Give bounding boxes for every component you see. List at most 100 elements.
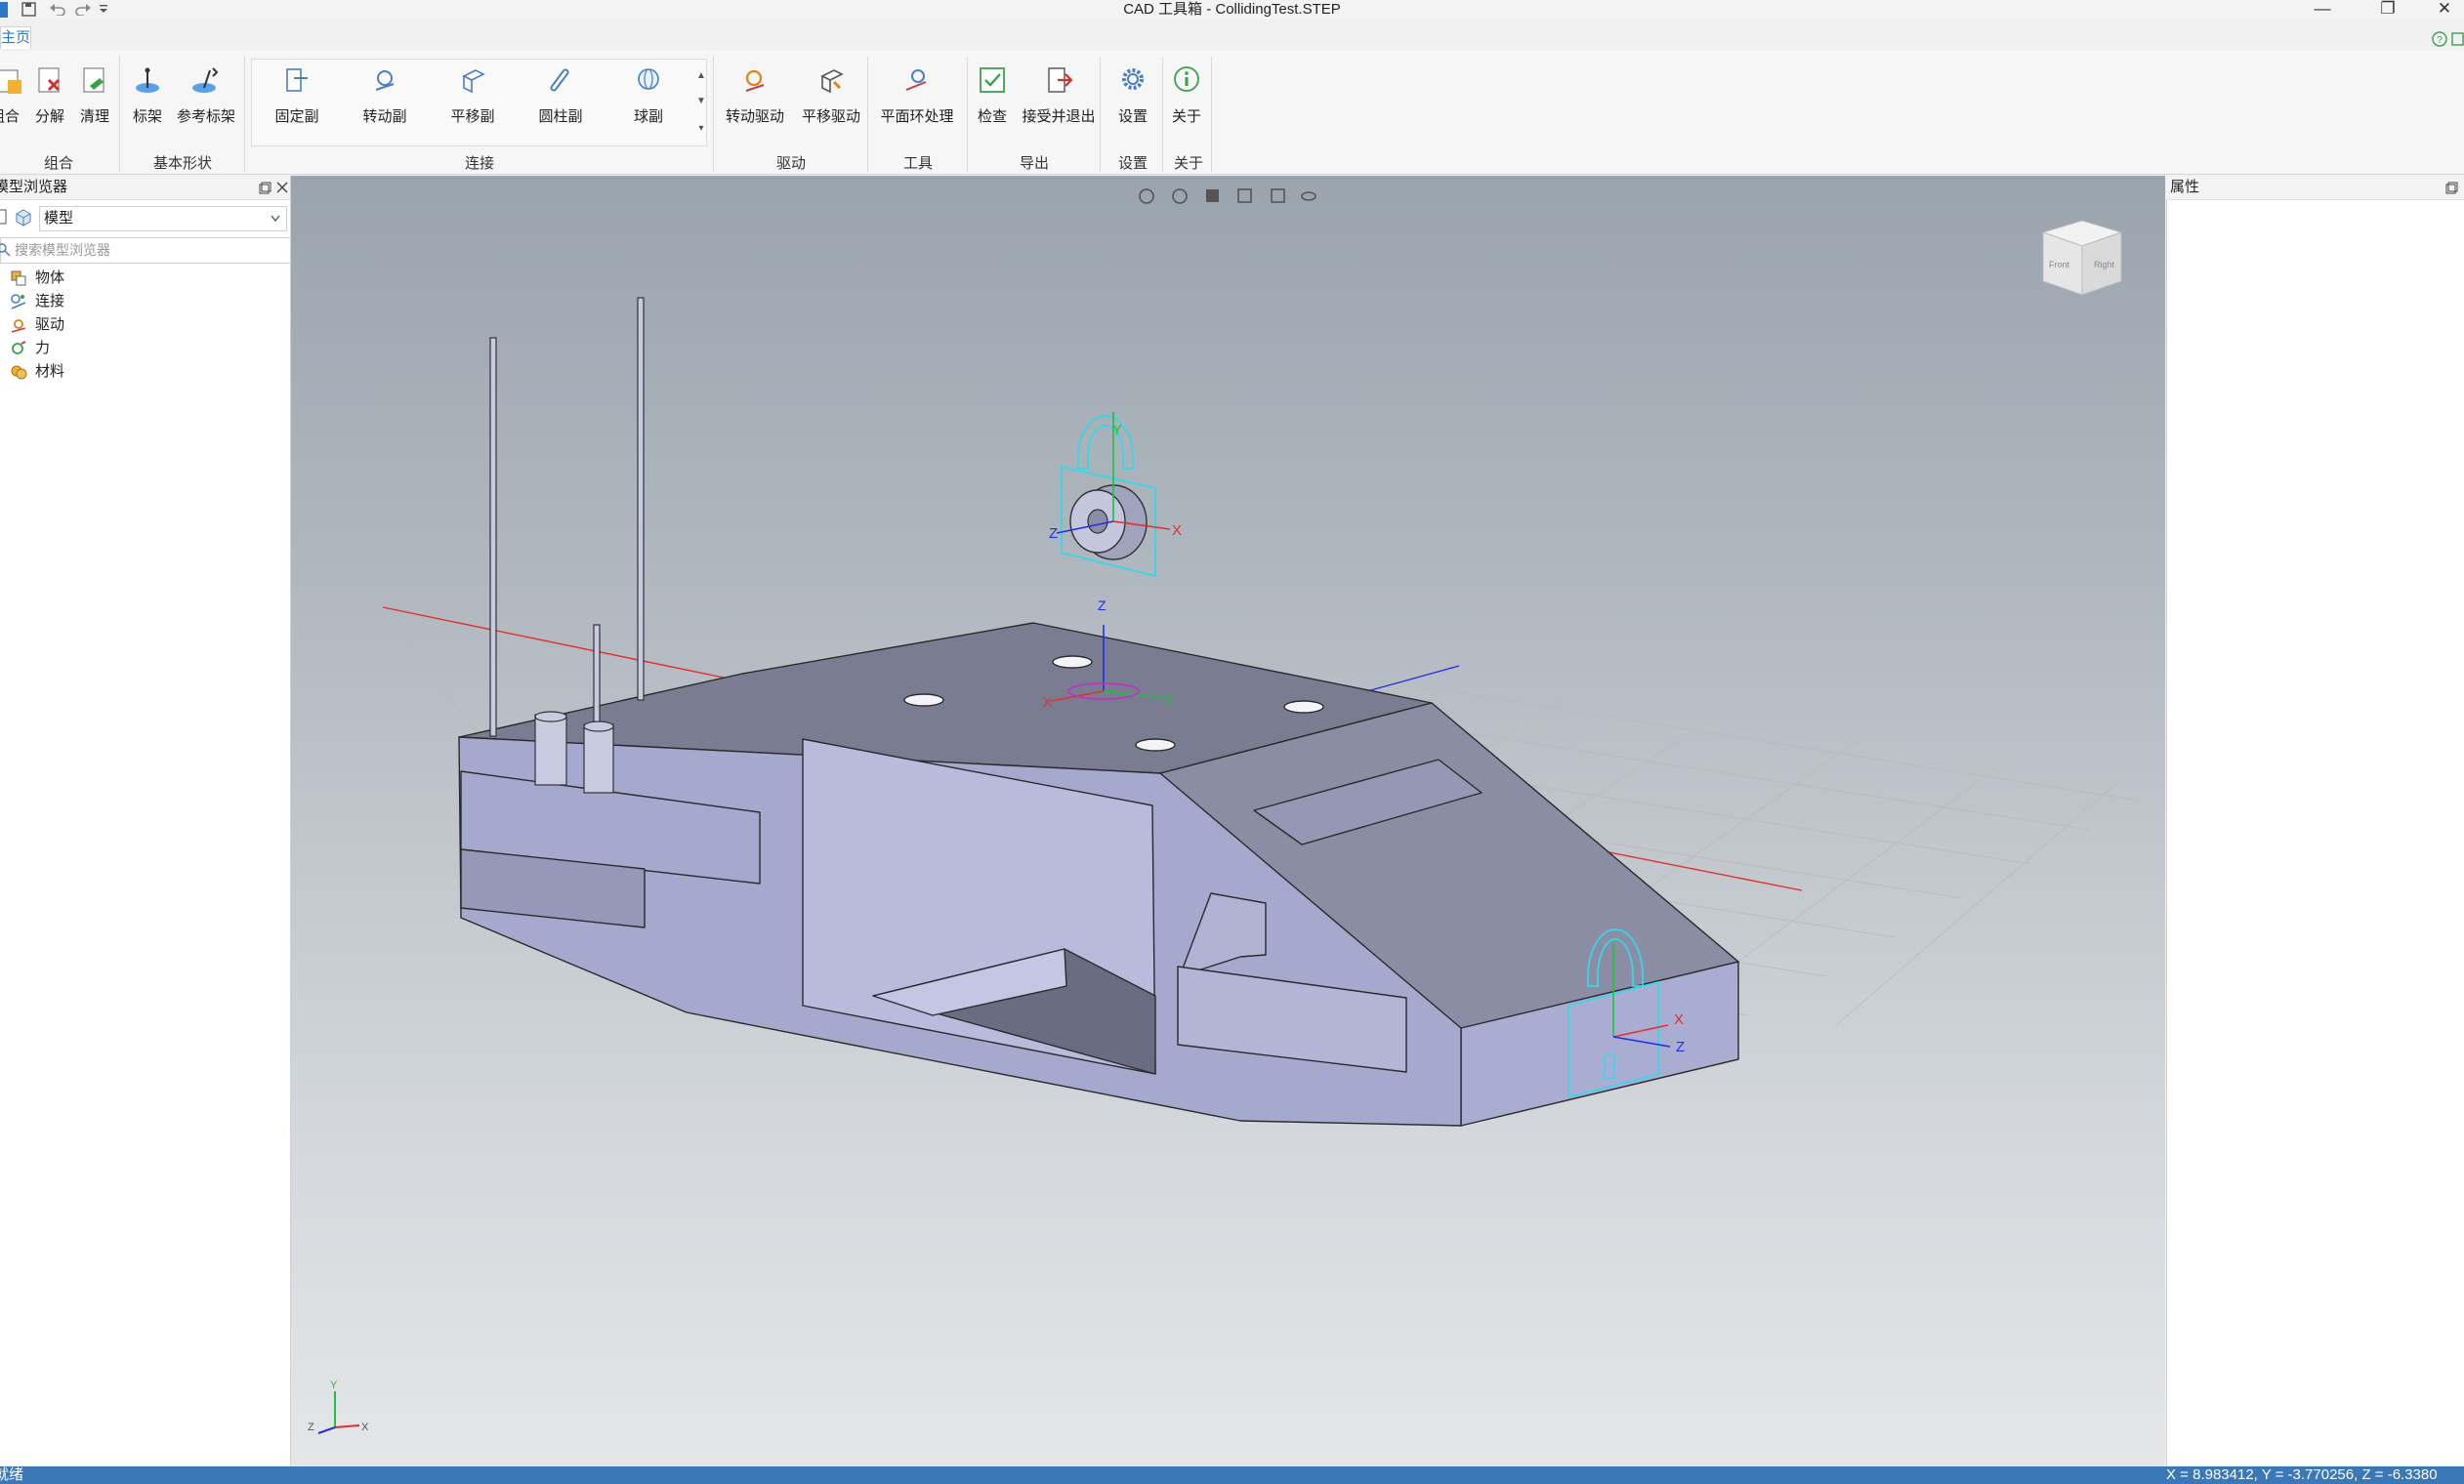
view-toolbar[interactable] <box>1139 188 1316 204</box>
model-browser-header: 模型浏览器 <box>0 176 290 200</box>
combine-icon <box>0 69 21 94</box>
restore-button[interactable]: ❐ <box>2363 0 2412 20</box>
group-label-drive: 驱动 <box>775 155 806 172</box>
clean-button[interactable]: 清理 <box>75 64 114 143</box>
tree-item-bodies[interactable]: 物体 <box>0 268 64 289</box>
ribbon-collapse-icon[interactable] <box>2451 31 2464 47</box>
model-browser-search[interactable]: 搜索模型浏览器 <box>0 237 291 264</box>
tree-item-label: 材料 <box>35 363 65 380</box>
info-icon <box>1174 66 1199 92</box>
fit-view-icon <box>1139 188 1154 204</box>
settings-button[interactable]: 设置 <box>1113 64 1152 143</box>
close-panel-icon[interactable] <box>276 182 288 193</box>
ribbon-separator <box>119 57 120 172</box>
tree-item-label: 力 <box>35 340 51 356</box>
fixed-pair-icon <box>286 68 308 92</box>
planar-loop-icon <box>905 69 927 91</box>
about-button[interactable]: 关于 <box>1167 64 1206 143</box>
zoom-icon <box>1172 188 1188 204</box>
svg-text:?: ? <box>2437 35 2443 46</box>
body-icon <box>11 270 26 286</box>
3d-viewport[interactable]: Y X Z Z Y X X Z Front Right Y X Z <box>291 176 2165 1466</box>
tree-item-connections[interactable]: 连接 <box>0 291 64 312</box>
ribbon-separator <box>1211 57 1212 172</box>
close-button[interactable]: ✕ <box>2420 0 2464 20</box>
ref-frame-button[interactable]: 参考标架 <box>176 64 236 143</box>
tree-item-forces[interactable]: 力 <box>0 338 50 359</box>
fixed-x-label: X <box>1674 1011 1684 1028</box>
revolute-drive-button[interactable]: 转动驱动 <box>723 64 787 143</box>
connection-icon <box>11 294 26 309</box>
ribbon-separator <box>713 57 714 172</box>
check-button[interactable]: 检查 <box>972 64 1013 143</box>
prismatic-drive-button[interactable]: 平移驱动 <box>799 64 863 143</box>
planar-loop-button[interactable]: 平面环处理 <box>875 64 959 143</box>
window-title: CAD 工具箱 - CollidingTest.STEP <box>1123 1 1341 18</box>
cylindrical-pair-icon <box>550 68 569 92</box>
prismatic-drive-icon <box>820 69 844 94</box>
model-view-select[interactable]: 模型 <box>39 206 287 231</box>
revolute-drive-icon <box>745 69 765 92</box>
float-panel-icon[interactable] <box>2445 182 2458 194</box>
lock-icon <box>1077 415 1134 470</box>
view-cube[interactable] <box>2041 220 2123 296</box>
model-scene[interactable]: Y X Z Z Y X X Z Front Right Y X Z <box>291 176 2165 1466</box>
gear-icon <box>1122 68 1144 90</box>
drive-icon <box>11 319 26 333</box>
tab-home[interactable]: 主页 <box>0 26 31 49</box>
origin-x-label: X <box>1043 694 1053 710</box>
gallery-scroll-down-icon[interactable]: ▼ <box>695 96 707 106</box>
decompose-icon <box>38 67 61 93</box>
group-label-export: 导出 <box>1019 155 1049 172</box>
help-icon[interactable]: ? <box>2432 31 2447 47</box>
x-axis-label: X <box>1172 522 1182 539</box>
minimize-button[interactable]: — <box>2298 0 2347 20</box>
ribbon-separator <box>1100 57 1101 172</box>
shaded-view-icon <box>1206 189 1219 202</box>
ribbon-separator <box>967 57 968 172</box>
quick-access-dropdown-icon[interactable] <box>99 4 108 14</box>
frame-button[interactable]: 标架 <box>128 64 167 143</box>
triad-x-label: X <box>361 1422 369 1433</box>
spherical-pair-icon <box>638 68 659 90</box>
viewcube-right-label[interactable]: Right <box>2094 260 2115 269</box>
model-cube-icon <box>16 209 31 227</box>
float-panel-icon[interactable] <box>259 182 271 194</box>
clean-icon <box>83 67 104 93</box>
fixed-z-label: Z <box>1676 1039 1685 1055</box>
tree-item-drives[interactable]: 驱动 <box>0 314 64 336</box>
search-icon <box>0 243 11 257</box>
fixed-pair-button[interactable]: 固定副 <box>268 64 326 143</box>
origin-z-label: Z <box>1098 598 1107 613</box>
cylindrical-pair-button[interactable]: 圆柱副 <box>531 64 590 143</box>
check-icon <box>980 67 1005 93</box>
tree-item-materials[interactable]: 材料 <box>0 361 64 383</box>
save-icon[interactable] <box>21 2 37 18</box>
prismatic-pair-icon <box>462 69 485 94</box>
view-toggle-icon[interactable] <box>0 208 8 227</box>
decompose-button[interactable]: 分解 <box>30 64 69 143</box>
group-label-tools: 工具 <box>902 155 933 172</box>
properties-title: 属性 <box>2170 179 2200 195</box>
viewcube-front-label[interactable]: Front <box>2049 260 2070 269</box>
wireframe-view-icon <box>1237 188 1252 203</box>
gallery-expand-icon[interactable]: ▾ <box>695 123 707 134</box>
group-label-combine: 组合 <box>43 155 73 172</box>
accept-exit-icon <box>1048 67 1073 93</box>
material-icon <box>11 365 27 380</box>
revolute-pair-button[interactable]: 转动副 <box>355 64 414 143</box>
prismatic-pair-button[interactable]: 平移副 <box>443 64 502 143</box>
corner-axis-triad <box>317 1391 360 1434</box>
undo-icon[interactable] <box>49 2 66 16</box>
force-icon <box>12 341 26 354</box>
gallery-scroll-up-icon[interactable]: ▲ <box>695 70 707 81</box>
cursor-coordinates: X = 8.983412, Y = -3.770256, Z = -6.3380 <box>2166 1466 2438 1483</box>
redo-icon[interactable] <box>74 2 92 16</box>
tree-item-label: 连接 <box>35 293 65 309</box>
accept-exit-button[interactable]: 接受并退出 <box>1020 64 1098 143</box>
model-browser-title: 模型浏览器 <box>0 179 68 195</box>
combine-button[interactable]: 组合 <box>0 64 23 143</box>
x-axis-line <box>382 606 753 684</box>
ref-frame-icon <box>192 67 219 93</box>
spherical-pair-button[interactable]: 球副 <box>619 64 678 143</box>
